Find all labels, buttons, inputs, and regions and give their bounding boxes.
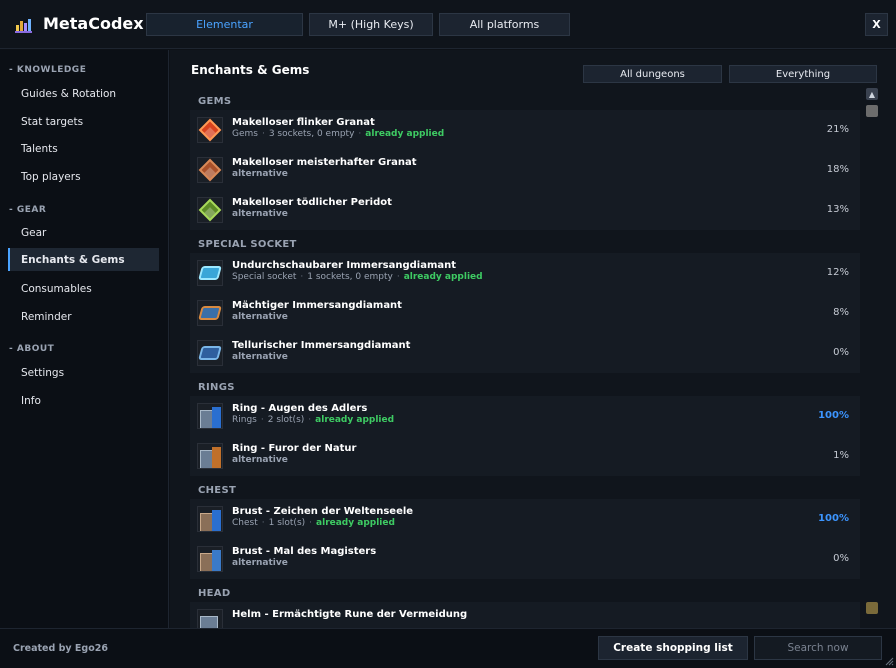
list-item[interactable]: Ring - Augen des Adlers Rings · 2 slot(s) ·… xyxy=(190,396,860,436)
item-details: Rings · 2 slot(s) · already applied xyxy=(232,415,395,425)
group-rings: Ring - Augen des Adlers Rings · 2 slot(s) ·… xyxy=(190,396,860,476)
item-percentage: 12% xyxy=(826,267,849,278)
sidebar-item-gear[interactable]: Gear xyxy=(8,221,159,244)
scroll-icon xyxy=(197,546,223,572)
sidebar: - KNOWLEDGE Guides & Rotation Stat targe… xyxy=(0,50,169,628)
scroll-icon xyxy=(197,443,223,469)
blue-diamond-icon xyxy=(197,340,223,366)
group-title-head: HEAD xyxy=(198,588,231,599)
scroll-up-arrow-icon[interactable]: ▲ xyxy=(866,88,878,100)
item-name: Tellurischer Immersangdiamant xyxy=(232,340,411,351)
green-gem-icon xyxy=(197,197,223,223)
sidebar-item-consumables[interactable]: Consumables xyxy=(8,277,159,300)
item-details: alternative xyxy=(232,455,288,465)
page-title: Enchants & Gems xyxy=(191,63,310,77)
group-special-socket: Undurchschaubarer Immersangdiamant Speci… xyxy=(190,253,860,373)
item-percentage: 0% xyxy=(833,347,849,358)
scroll-icon xyxy=(197,403,223,429)
list-item[interactable]: Makelloser meisterhafter Granat alternat… xyxy=(190,150,860,190)
item-name: Makelloser meisterhafter Granat xyxy=(232,157,417,168)
item-details: Chest · 1 slot(s) · already applied xyxy=(232,518,395,528)
main-panel: Enchants & Gems All dungeons Everything … xyxy=(170,50,896,628)
section-knowledge: - KNOWLEDGE xyxy=(9,65,87,75)
item-details: alternative xyxy=(232,209,288,219)
blue-diamond-icon xyxy=(197,260,223,286)
tab-mode[interactable]: M+ (High Keys) xyxy=(309,13,433,36)
item-details: alternative xyxy=(232,169,288,179)
group-title-chest: CHEST xyxy=(198,485,237,496)
item-percentage: 100% xyxy=(818,513,849,524)
top-bar: MetaCodex Elementar M+ (High Keys) All p… xyxy=(0,0,896,49)
scroll-icon xyxy=(197,609,223,628)
sidebar-item-top-players[interactable]: Top players xyxy=(8,165,159,188)
group-title-gems: GEMS xyxy=(198,96,232,107)
close-button[interactable]: X xyxy=(865,13,888,36)
scroll-icon xyxy=(197,506,223,532)
content-filter[interactable]: Everything xyxy=(729,65,877,83)
chart-logo-icon xyxy=(14,15,32,33)
item-name: Ring - Furor der Natur xyxy=(232,443,357,454)
sidebar-item-enchants-gems[interactable]: Enchants & Gems xyxy=(8,248,159,271)
item-percentage: 8% xyxy=(833,307,849,318)
sidebar-item-talents[interactable]: Talents xyxy=(8,137,159,160)
credit-text: Created by Ego26 xyxy=(13,643,108,654)
sidebar-item-stat-targets[interactable]: Stat targets xyxy=(8,110,159,133)
item-name: Undurchschaubarer Immersangdiamant xyxy=(232,260,457,271)
list-item[interactable]: Helm - Ermächtigte Rune der Vermeidung xyxy=(190,602,860,628)
item-percentage: 13% xyxy=(826,204,849,215)
group-chest: Brust - Zeichen der Weltenseele Chest · 1 … xyxy=(190,499,860,579)
list-item[interactable]: Ring - Furor der Natur alternative 1% xyxy=(190,436,860,476)
list-item[interactable]: Brust - Mal des Magisters alternative 0% xyxy=(190,539,860,579)
item-percentage: 18% xyxy=(826,164,849,175)
dungeon-filter[interactable]: All dungeons xyxy=(583,65,722,83)
app-title: MetaCodex xyxy=(43,14,144,33)
create-shopping-list-button[interactable]: Create shopping list xyxy=(598,636,748,660)
list-item[interactable]: Undurchschaubarer Immersangdiamant Speci… xyxy=(190,253,860,293)
tab-platform[interactable]: All platforms xyxy=(439,13,570,36)
section-about: - ABOUT xyxy=(9,344,55,354)
resize-grip-icon[interactable] xyxy=(884,656,894,666)
item-details: Special socket · 1 sockets, 0 empty · alread… xyxy=(232,272,483,282)
red-gem-icon xyxy=(197,117,223,143)
item-percentage: 0% xyxy=(833,553,849,564)
scroll-down-arrow-icon[interactable] xyxy=(866,602,878,614)
section-gear: - GEAR xyxy=(9,205,47,215)
sidebar-item-info[interactable]: Info xyxy=(8,389,159,412)
sidebar-item-reminder[interactable]: Reminder xyxy=(8,305,159,328)
group-title-rings: RINGS xyxy=(198,382,235,393)
item-name: Mächtiger Immersangdiamant xyxy=(232,300,402,311)
item-details: alternative xyxy=(232,352,288,362)
list-item[interactable]: Mächtiger Immersangdiamant alternative 8… xyxy=(190,293,860,333)
footer: Created by Ego26 Create shopping list Se… xyxy=(0,628,896,668)
list-item[interactable]: Brust - Zeichen der Weltenseele Chest · 1 … xyxy=(190,499,860,539)
item-name: Brust - Zeichen der Weltenseele xyxy=(232,506,414,517)
group-gems: Makelloser flinker Granat Gems · 3 sockets… xyxy=(190,110,860,230)
group-head: Helm - Ermächtigte Rune der Vermeidung xyxy=(190,602,860,628)
tab-spec[interactable]: Elementar xyxy=(146,13,303,36)
item-name: Makelloser tödlicher Peridot xyxy=(232,197,392,208)
item-details: alternative xyxy=(232,558,288,568)
item-name: Brust - Mal des Magisters xyxy=(232,546,377,557)
item-details: Gems · 3 sockets, 0 empty · already applied xyxy=(232,129,445,139)
search-now-button[interactable]: Search now xyxy=(754,636,882,660)
sidebar-item-guides[interactable]: Guides & Rotation xyxy=(8,82,159,105)
list-item[interactable]: Makelloser flinker Granat Gems · 3 sockets… xyxy=(190,110,860,150)
list-item[interactable]: Makelloser tödlicher Peridot alternative… xyxy=(190,190,860,230)
list-item[interactable]: Tellurischer Immersangdiamant alternativ… xyxy=(190,333,860,373)
sidebar-item-settings[interactable]: Settings xyxy=(8,361,159,384)
item-details: alternative xyxy=(232,312,288,322)
item-name: Ring - Augen des Adlers xyxy=(232,403,368,414)
group-title-special-socket: SPECIAL SOCKET xyxy=(198,239,297,250)
item-percentage: 21% xyxy=(826,124,849,135)
scrollbar-thumb[interactable] xyxy=(866,105,878,117)
item-percentage: 100% xyxy=(818,410,849,421)
item-name: Helm - Ermächtigte Rune der Vermeidung xyxy=(232,609,468,620)
orange-gem-icon xyxy=(197,157,223,183)
item-percentage: 1% xyxy=(833,450,849,461)
blue-diamond-icon xyxy=(197,300,223,326)
item-name: Makelloser flinker Granat xyxy=(232,117,375,128)
